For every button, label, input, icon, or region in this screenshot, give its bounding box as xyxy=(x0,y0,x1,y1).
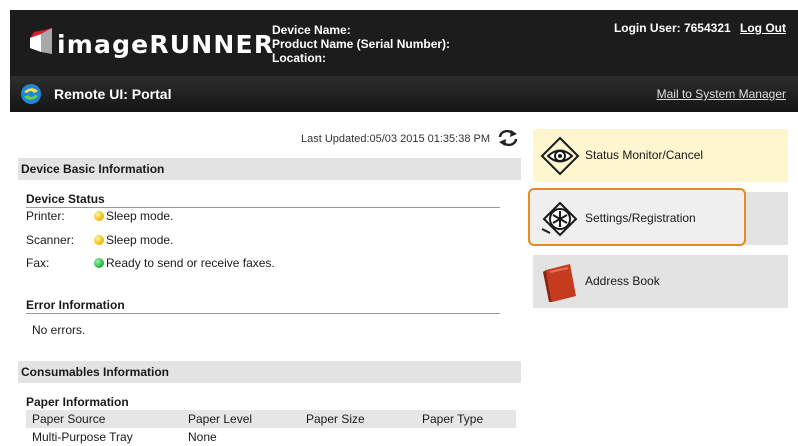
portal-bar: Remote UI: Portal Mail to System Manager xyxy=(10,76,798,112)
table-row: Multi-Purpose Tray None xyxy=(26,428,516,446)
paper-table: Paper Source Paper Level Paper Size Pape… xyxy=(26,410,516,446)
book-icon xyxy=(543,264,576,302)
status-text: Sleep mode. xyxy=(106,209,174,223)
consumables-information-header: Consumables Information xyxy=(18,361,521,383)
status-monitor-label: Status Monitor/Cancel xyxy=(585,148,704,162)
refresh-icon[interactable] xyxy=(497,129,519,147)
canon-logo-icon xyxy=(30,28,52,54)
page-title: Remote UI: Portal xyxy=(54,86,172,102)
table-cell xyxy=(300,428,416,446)
status-monitor-cancel-button[interactable]: Status Monitor/Cancel xyxy=(533,129,788,182)
product-logo: imageRUNNER xyxy=(57,30,275,59)
status-text: Ready to send or receive faxes. xyxy=(106,256,275,270)
table-header-row: Paper Source Paper Level Paper Size Pape… xyxy=(26,410,516,428)
status-label: Scanner: xyxy=(26,233,75,247)
top-header: imageRUNNER Device Name: Product Name (S… xyxy=(10,10,798,76)
mail-system-manager-link[interactable]: Mail to System Manager xyxy=(657,87,786,101)
error-information-header: Error Information xyxy=(26,298,500,314)
location-label: Location: xyxy=(272,51,326,65)
table-cell: None xyxy=(188,430,217,444)
error-text: No errors. xyxy=(32,323,86,337)
login-user-id: 7654321 xyxy=(683,21,731,35)
eye-icon xyxy=(540,136,580,176)
device-info: Device Name: Product Name (Serial Number… xyxy=(272,23,450,65)
column-header: Paper Source xyxy=(26,410,182,428)
device-status-header: Device Status xyxy=(26,192,500,208)
status-yellow-icon xyxy=(94,235,104,245)
status-label: Printer: xyxy=(26,209,65,223)
address-book-button[interactable]: Address Book xyxy=(533,255,788,308)
status-label: Fax: xyxy=(26,256,50,270)
device-name-label: Device Name: xyxy=(272,23,351,37)
last-updated-text: Last Updated:05/03 2015 01:35:38 PM xyxy=(301,133,490,145)
status-green-icon xyxy=(94,258,104,268)
product-name-label: Product Name (Serial Number): xyxy=(272,37,451,51)
settings-label: Settings/Registration xyxy=(585,211,696,225)
column-header: Paper Level xyxy=(182,410,300,428)
column-header: Paper Type xyxy=(416,410,516,428)
main-content: Last Updated:05/03 2015 01:35:38 PM Devi… xyxy=(10,112,798,444)
logout-link[interactable]: Log Out xyxy=(740,21,786,35)
table-cell: Multi-Purpose Tray xyxy=(32,430,133,444)
portal-icon xyxy=(21,84,41,104)
login-info: Login User: 7654321 Log Out xyxy=(614,21,786,35)
status-yellow-icon xyxy=(94,211,104,221)
column-header: Paper Size xyxy=(300,410,416,428)
login-user-label: Login User: xyxy=(613,21,681,35)
address-book-label: Address Book xyxy=(585,274,660,288)
gear-asterisk-icon xyxy=(541,201,578,237)
paper-information-header: Paper Information xyxy=(26,395,129,409)
device-basic-information-header: Device Basic Information xyxy=(18,158,521,180)
settings-registration-button[interactable]: Settings/Registration xyxy=(528,188,788,246)
table-cell xyxy=(416,428,516,446)
status-text: Sleep mode. xyxy=(106,233,174,247)
status-row-scanner: Scanner: Sleep mode. xyxy=(26,233,426,249)
status-row-printer: Printer: Sleep mode. xyxy=(26,209,426,225)
status-row-fax: Fax: Ready to send or receive faxes. xyxy=(26,256,426,272)
